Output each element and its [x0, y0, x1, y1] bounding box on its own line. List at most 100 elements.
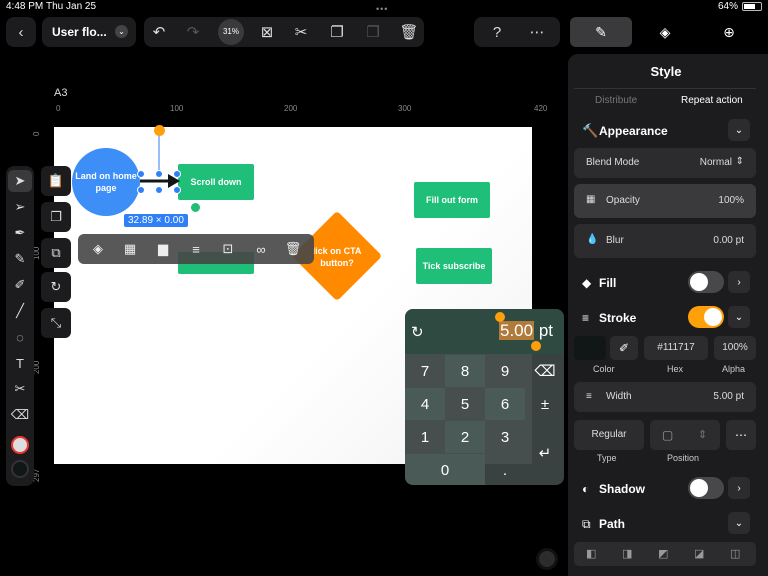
blend-mode-row[interactable]: Blend Mode Normal ⇕: [574, 148, 756, 178]
hex-input[interactable]: #111717: [644, 336, 708, 360]
paste-button[interactable]: ❐: [362, 21, 384, 43]
resize-handle[interactable]: [173, 186, 181, 194]
stroke-more-button[interactable]: ⋯: [726, 420, 756, 450]
union-icon[interactable]: ◧: [586, 547, 596, 560]
pen-tool[interactable]: ✒: [8, 222, 32, 244]
shape-tick-subscribe[interactable]: Tick subscribe: [416, 248, 492, 284]
resize-handle[interactable]: [173, 170, 181, 178]
direct-select-tool[interactable]: ➢: [8, 196, 32, 218]
undo-button[interactable]: ↶: [148, 21, 170, 43]
eraser-tool[interactable]: ⌫: [8, 404, 32, 426]
connector-end-handle[interactable]: [190, 202, 201, 213]
stroke-color-swatch[interactable]: [8, 458, 32, 480]
exclude-icon[interactable]: ◪: [694, 547, 704, 560]
duplicate-button[interactable]: ❐: [41, 202, 71, 232]
reset-icon[interactable]: ↻: [411, 323, 424, 341]
text-tool[interactable]: T: [8, 352, 32, 374]
plus-minus-key[interactable]: ±: [525, 388, 564, 420]
status-date: Thu Jan 25: [46, 1, 97, 12]
seg-repeat-action[interactable]: Repeat action: [681, 95, 743, 106]
shape-tool[interactable]: ◌: [8, 326, 32, 348]
appearance-collapse-button[interactable]: ⌄: [728, 119, 750, 141]
stroke-collapse-button[interactable]: ⌄: [728, 306, 750, 328]
key-6[interactable]: 6: [485, 388, 525, 420]
assistive-touch-button[interactable]: [536, 548, 558, 570]
stroke-toggle[interactable]: [688, 306, 724, 328]
rotate-button[interactable]: ↻: [41, 272, 71, 302]
cut-button[interactable]: ✂: [290, 21, 312, 43]
select-tool[interactable]: ➤: [8, 170, 32, 192]
back-button[interactable]: ‹: [6, 17, 36, 47]
intersect-icon[interactable]: ◩: [658, 547, 668, 560]
stroke-position-select[interactable]: ▢ ⇕: [650, 420, 720, 450]
zoom-indicator[interactable]: 31%: [218, 19, 244, 45]
subtract-icon[interactable]: ◨: [622, 547, 632, 560]
layers-button[interactable]: ◈: [88, 239, 108, 259]
fill-expand-button[interactable]: ›: [728, 271, 750, 293]
fill-toggle[interactable]: [688, 271, 724, 293]
group-button[interactable]: ⊡: [218, 239, 238, 259]
stroke-type-select[interactable]: Regular: [574, 420, 644, 450]
brush-tool[interactable]: ✐: [8, 274, 32, 296]
blur-row[interactable]: 💧 Blur 0.00 pt: [574, 224, 756, 258]
rotate-handle[interactable]: [154, 125, 165, 136]
key-decimal[interactable]: .: [485, 454, 525, 485]
opacity-row[interactable]: ▦ Opacity 100%: [574, 184, 756, 218]
paste-style-button[interactable]: 📋: [41, 166, 71, 196]
chevron-down-icon: ⌄: [734, 517, 744, 529]
arrange-button[interactable]: ▆: [153, 239, 173, 259]
tab-layers[interactable]: ◈: [634, 17, 696, 47]
deselect-button[interactable]: ⊠: [256, 21, 278, 43]
copy-icon: ❐: [330, 24, 344, 41]
opacity-button[interactable]: ▦: [120, 239, 140, 259]
multitask-dots-icon[interactable]: •••: [376, 4, 388, 14]
more-icon: ⋯: [735, 428, 747, 442]
path-collapse-button[interactable]: ⌄: [728, 512, 750, 534]
enter-key[interactable]: ↵: [525, 437, 564, 469]
copy-button[interactable]: ❐: [326, 21, 348, 43]
keypad-value[interactable]: 5.00 pt: [499, 321, 553, 341]
key-3[interactable]: 3: [485, 421, 525, 453]
key-5[interactable]: 5: [445, 388, 485, 420]
help-button[interactable]: ?: [486, 21, 508, 43]
redo-button[interactable]: ↷: [182, 21, 204, 43]
eyedropper-button[interactable]: ✐: [610, 336, 638, 360]
key-4[interactable]: 4: [405, 388, 445, 420]
key-8[interactable]: 8: [445, 355, 485, 387]
stroke-color-well[interactable]: [574, 336, 606, 360]
alpha-input[interactable]: 100%: [714, 336, 756, 360]
shadow-expand-button[interactable]: ›: [728, 477, 750, 499]
copy-style-button[interactable]: ⧉: [41, 238, 71, 268]
tab-add[interactable]: ⊕: [698, 17, 760, 47]
more-button[interactable]: ⋯: [526, 21, 548, 43]
droplet-icon: 💧: [586, 234, 599, 245]
document-title-button[interactable]: User flo... ⌄: [42, 17, 136, 47]
scissors-tool[interactable]: ✂: [8, 378, 32, 400]
resize-handle[interactable]: [155, 186, 163, 194]
backspace-key[interactable]: ⌫: [525, 355, 564, 387]
resize-handle[interactable]: [155, 170, 163, 178]
shape-fill-out-form[interactable]: Fill out form: [414, 182, 490, 218]
scale-button[interactable]: ⤡: [41, 308, 71, 338]
seg-distribute[interactable]: Distribute: [595, 95, 637, 106]
shadow-toggle[interactable]: [688, 477, 724, 499]
tab-style[interactable]: ✎: [570, 17, 632, 47]
delete-button[interactable]: 🗑: [398, 21, 420, 43]
key-1[interactable]: 1: [405, 421, 445, 453]
pencil-tool[interactable]: ✎: [8, 248, 32, 270]
selection-handle[interactable]: [531, 341, 541, 351]
key-7[interactable]: 7: [405, 355, 445, 387]
line-tool[interactable]: ╱: [8, 300, 32, 322]
align-button[interactable]: ≡: [186, 239, 206, 259]
delete-shape-button[interactable]: 🗑: [283, 239, 303, 259]
mask-button[interactable]: ∞: [251, 239, 271, 259]
fill-color-swatch[interactable]: [8, 434, 32, 456]
key-9[interactable]: 9: [485, 355, 525, 387]
resize-handle[interactable]: [137, 186, 145, 194]
key-0[interactable]: 0: [405, 454, 485, 485]
selection-handle[interactable]: [495, 312, 505, 322]
key-2[interactable]: 2: [445, 421, 485, 453]
divide-icon[interactable]: ◫: [730, 547, 740, 560]
stroke-width-row[interactable]: ≡ Width 5.00 pt: [574, 382, 756, 412]
resize-handle[interactable]: [137, 170, 145, 178]
